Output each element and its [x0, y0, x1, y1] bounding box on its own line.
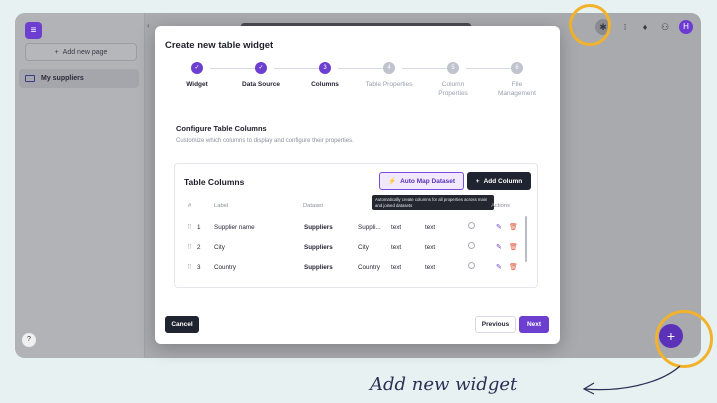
annotation-arrow-icon	[582, 365, 681, 395]
annotation-label: Add new widget	[370, 374, 518, 395]
